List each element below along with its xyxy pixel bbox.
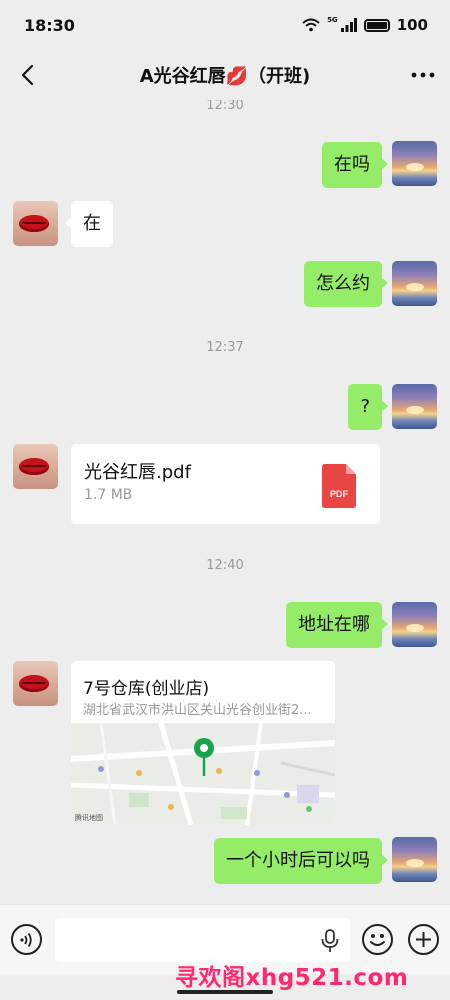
map-credit: 腾讯地图 xyxy=(75,814,103,822)
pdf-icon: PDF xyxy=(322,464,356,508)
message-bubble-sent[interactable]: 地址在哪 xyxy=(286,602,388,648)
my-avatar[interactable] xyxy=(392,837,437,882)
lips-image xyxy=(19,215,49,232)
emoji-icon xyxy=(370,934,385,946)
lips-image xyxy=(19,675,49,692)
my-avatar[interactable] xyxy=(392,384,437,429)
pdf-icon-label: PDF xyxy=(330,489,349,499)
lips-image xyxy=(19,458,49,475)
signal-icon xyxy=(340,18,357,32)
chat-title: A光谷红唇💋（开班) xyxy=(139,66,311,87)
voice-icon xyxy=(19,932,32,947)
home-indicator[interactable] xyxy=(177,990,273,994)
status-time: 18:30 xyxy=(24,16,75,35)
contact-avatar[interactable] xyxy=(13,661,58,706)
location-address: 湖北省武汉市洪山区关山光谷创业街2... xyxy=(83,703,312,718)
more-button[interactable] xyxy=(406,58,440,92)
message-bubble-sent[interactable]: ? xyxy=(348,384,388,430)
location-message-card[interactable]: 7号仓库(创业店) 湖北省武汉市洪山区关山光谷创业街2... 腾讯地图 xyxy=(71,661,335,825)
wifi-icon xyxy=(302,18,320,32)
network-type: 5G xyxy=(327,16,338,24)
more-functions-button[interactable] xyxy=(408,924,439,955)
location-name: 7号仓库(创业店) xyxy=(83,679,210,699)
timestamp: 12:37 xyxy=(206,340,244,355)
message-bubble-sent[interactable]: 在吗 xyxy=(322,142,388,188)
back-arrow-icon xyxy=(21,64,34,86)
battery-icon xyxy=(363,18,390,32)
file-name: 光谷红唇.pdf xyxy=(84,462,191,483)
watermark: 寻欢阁xhg521.com xyxy=(175,965,409,991)
my-avatar[interactable] xyxy=(392,141,437,186)
voice-button[interactable] xyxy=(11,924,42,955)
timestamp: 12:30 xyxy=(206,100,244,113)
map-preview: 腾讯地图 xyxy=(71,722,335,825)
map-pin-icon xyxy=(194,738,214,776)
battery-level: 100 xyxy=(396,16,428,34)
emoji-button[interactable] xyxy=(362,924,393,955)
plus-icon xyxy=(416,932,431,947)
file-size: 1.7 MB xyxy=(84,487,133,503)
my-avatar[interactable] xyxy=(392,261,437,306)
message-bubble-sent[interactable]: 怎么约 xyxy=(304,261,388,307)
message-bubble-sent[interactable]: 一个小时后可以吗 xyxy=(214,838,388,884)
file-message-card[interactable]: 光谷红唇.pdf 1.7 MB PDF xyxy=(71,444,380,524)
message-list[interactable]: 12:30 在吗 在 怎么约 12:37 ? 光谷红唇.pdf 1.7 MB P… xyxy=(0,100,450,888)
chat-header: A光谷红唇💋（开班) xyxy=(0,50,450,100)
back-button[interactable] xyxy=(10,58,44,92)
more-icon xyxy=(411,72,435,78)
mic-icon[interactable] xyxy=(320,929,340,953)
contact-avatar[interactable] xyxy=(13,201,58,246)
contact-avatar[interactable] xyxy=(13,444,58,489)
status-bar: 18:30 5G 100 xyxy=(0,0,450,50)
status-icons: 5G 100 xyxy=(302,16,428,34)
message-input[interactable] xyxy=(55,918,350,962)
timestamp: 12:40 xyxy=(206,558,244,573)
my-avatar[interactable] xyxy=(392,602,437,647)
message-bubble-received[interactable]: 在 xyxy=(65,201,113,247)
